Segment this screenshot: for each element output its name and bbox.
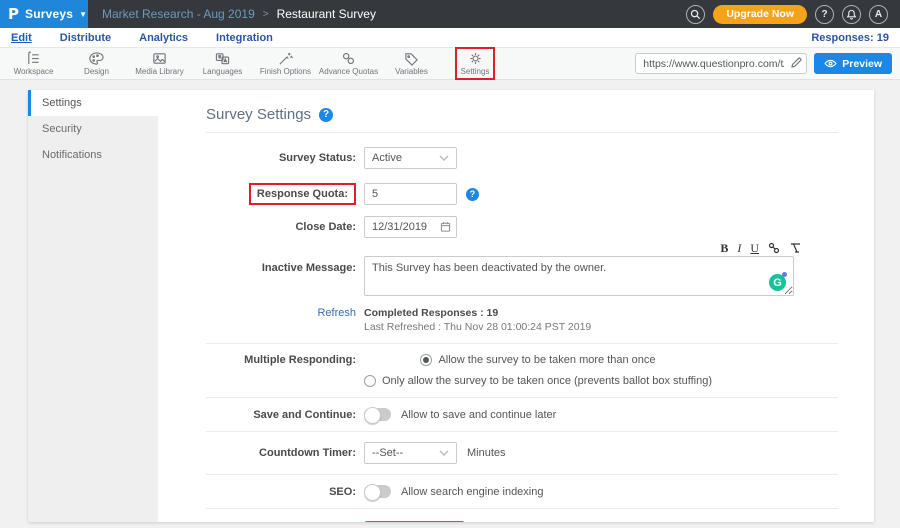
- tag-icon: [403, 51, 420, 66]
- inactive-message-textarea[interactable]: This Survey has been deactivated by the …: [364, 256, 794, 296]
- workspace-icon: [25, 51, 42, 66]
- breadcrumb-separator: >: [263, 9, 269, 20]
- title-help-icon[interactable]: ?: [319, 108, 333, 122]
- close-date-label: Close Date:: [206, 221, 356, 233]
- edit-toolbar: Workspace Design Media Library Languages…: [0, 48, 900, 80]
- italic-button[interactable]: I: [737, 242, 741, 254]
- product-label: Surveys: [25, 7, 73, 21]
- sidebar-item-notifications[interactable]: Notifications: [28, 142, 158, 168]
- save-continue-description: Allow to save and continue later: [401, 409, 556, 421]
- radio-icon[interactable]: [420, 354, 432, 366]
- completed-responses-text: Completed Responses : 19: [364, 307, 591, 319]
- survey-status-label: Survey Status:: [206, 152, 356, 164]
- countdown-timer-suffix: Minutes: [467, 447, 506, 459]
- breadcrumb: Market Research - Aug 2019 > Restaurant …: [102, 0, 376, 28]
- chain-links-icon: [340, 51, 357, 66]
- save-continue-toggle[interactable]: [364, 408, 391, 421]
- inactive-message-row: Inactive Message: This Survey has been d…: [206, 256, 838, 301]
- toolbar-item-design[interactable]: Design: [65, 49, 128, 78]
- countdown-timer-label: Countdown Timer:: [206, 447, 356, 459]
- edit-pencil-icon[interactable]: [790, 57, 802, 69]
- top-navbar: P Surveys ▼ Market Research - Aug 2019 >…: [0, 0, 900, 28]
- seo-description: Allow search engine indexing: [401, 486, 543, 498]
- chevron-down-icon: [439, 450, 449, 456]
- multiple-responding-label: Multiple Responding:: [206, 354, 356, 366]
- questionpro-logo-icon: P: [8, 5, 19, 23]
- toolbar-item-variables[interactable]: Variables: [380, 49, 443, 78]
- toolbar-item-media-library[interactable]: Media Library: [128, 49, 191, 78]
- radio-allow-multiple[interactable]: Allow the survey to be taken more than o…: [420, 354, 655, 366]
- toolbar-item-languages[interactable]: Languages: [191, 49, 254, 78]
- grammarly-icon[interactable]: G: [769, 274, 786, 291]
- nav-tab-integration[interactable]: Integration: [216, 32, 273, 44]
- toolbar-item-advance-quotas[interactable]: Advance Quotas: [317, 49, 380, 78]
- nav-tab-analytics[interactable]: Analytics: [139, 32, 188, 44]
- nav-tab-distribute[interactable]: Distribute: [60, 32, 111, 44]
- radio-allow-once[interactable]: Only allow the survey to be taken once (…: [364, 375, 712, 387]
- breadcrumb-parent[interactable]: Market Research - Aug 2019: [102, 7, 255, 21]
- palette-icon: [88, 51, 105, 66]
- magic-wand-icon: [277, 51, 294, 66]
- upgrade-now-button[interactable]: Upgrade Now: [713, 5, 807, 24]
- save-continue-label: Save and Continue:: [206, 409, 356, 421]
- settings-panel: Settings Security Notifications Survey S…: [28, 90, 874, 522]
- help-button[interactable]: ?: [815, 5, 834, 24]
- eye-icon: [824, 59, 837, 68]
- nav-tab-edit[interactable]: Edit: [11, 32, 32, 44]
- preview-button[interactable]: Preview: [814, 53, 892, 74]
- product-switcher[interactable]: P Surveys ▼: [0, 0, 88, 28]
- toolbar-item-finish-options[interactable]: Finish Options: [254, 49, 317, 78]
- radio-icon[interactable]: [364, 375, 376, 387]
- topbar-actions: Upgrade Now ? A: [686, 0, 900, 28]
- format-toolbar: B I U: [364, 242, 802, 254]
- toolbar-item-settings[interactable]: Settings: [455, 47, 495, 80]
- gear-icon: [467, 51, 484, 66]
- sidebar-item-settings[interactable]: Settings: [28, 90, 158, 116]
- remove-format-icon[interactable]: [789, 242, 802, 254]
- breadcrumb-current: Restaurant Survey: [277, 7, 376, 21]
- avatar[interactable]: A: [869, 5, 888, 24]
- survey-url-input[interactable]: [635, 53, 807, 74]
- seo-toggle[interactable]: [364, 485, 391, 498]
- search-icon[interactable]: [686, 5, 705, 24]
- toolbar-item-workspace[interactable]: Workspace: [2, 49, 65, 78]
- survey-url-group: Preview: [635, 53, 898, 74]
- settings-main: Survey Settings ? Survey Status: Active …: [158, 90, 874, 522]
- seo-label: SEO:: [206, 486, 356, 498]
- chevron-down-icon: ▼: [79, 10, 87, 19]
- responses-count[interactable]: Responses: 19: [811, 32, 889, 44]
- save-changes-button[interactable]: Save Changes: [364, 521, 465, 522]
- survey-status-select[interactable]: Active: [364, 147, 457, 169]
- image-icon: [151, 51, 168, 66]
- bold-button[interactable]: B: [720, 242, 728, 254]
- response-quota-input[interactable]: [364, 183, 457, 205]
- sidebar-item-security[interactable]: Security: [28, 116, 158, 142]
- translate-icon: [214, 51, 231, 66]
- settings-sidebar: Settings Security Notifications: [28, 90, 158, 522]
- inactive-message-label: Inactive Message:: [206, 256, 356, 274]
- calendar-icon[interactable]: [440, 221, 451, 232]
- refresh-row: Refresh Completed Responses : 19 Last Re…: [206, 307, 838, 333]
- chevron-down-icon: [439, 155, 449, 161]
- quota-help-icon[interactable]: ?: [466, 188, 479, 201]
- last-refreshed-text: Last Refreshed : Thu Nov 28 01:00:24 PST…: [364, 321, 591, 333]
- countdown-timer-select[interactable]: --Set--: [364, 442, 457, 464]
- notifications-bell-icon[interactable]: [842, 5, 861, 24]
- settings-form: Survey Status: Active Response Quota: ?: [206, 133, 838, 522]
- response-quota-label: Response Quota:: [249, 183, 356, 205]
- link-icon[interactable]: [768, 242, 780, 254]
- page-title: Survey Settings: [206, 106, 311, 123]
- survey-nav: Edit Distribute Analytics Integration Re…: [0, 28, 900, 48]
- refresh-link[interactable]: Refresh: [206, 307, 356, 319]
- underline-button[interactable]: U: [750, 242, 759, 254]
